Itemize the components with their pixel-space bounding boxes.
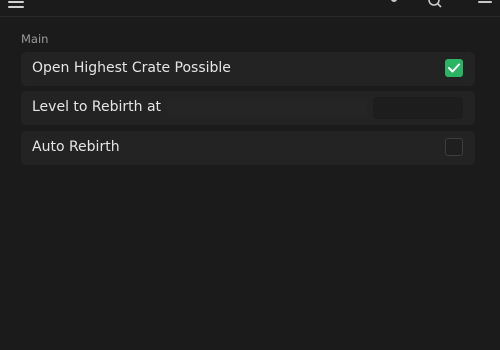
checkmark-icon bbox=[448, 63, 460, 73]
level-input[interactable] bbox=[167, 97, 463, 119]
checkbox-unchecked[interactable] bbox=[445, 138, 463, 156]
toggle-open-highest-crate[interactable]: Open Highest Crate Possible bbox=[21, 52, 475, 86]
checkbox-checked[interactable] bbox=[445, 59, 463, 77]
input-level-to-rebirth[interactable]: Level to Rebirth at bbox=[21, 91, 475, 125]
search-icon[interactable] bbox=[428, 0, 444, 8]
window: Main Open Highest Crate Possible Level t… bbox=[0, 0, 500, 350]
titlebar bbox=[0, 0, 500, 17]
input-label: Level to Rebirth at bbox=[32, 99, 162, 115]
input-highlight bbox=[167, 99, 367, 117]
section-label: Main bbox=[21, 32, 49, 46]
toggle-auto-rebirth[interactable]: Auto Rebirth bbox=[21, 131, 475, 165]
dot-icon[interactable] bbox=[390, 0, 398, 2]
hamburger-menu-icon[interactable] bbox=[8, 0, 24, 8]
toggle-label: Auto Rebirth bbox=[32, 139, 120, 155]
toggle-label: Open Highest Crate Possible bbox=[32, 60, 231, 76]
minimize-icon[interactable] bbox=[478, 1, 492, 3]
